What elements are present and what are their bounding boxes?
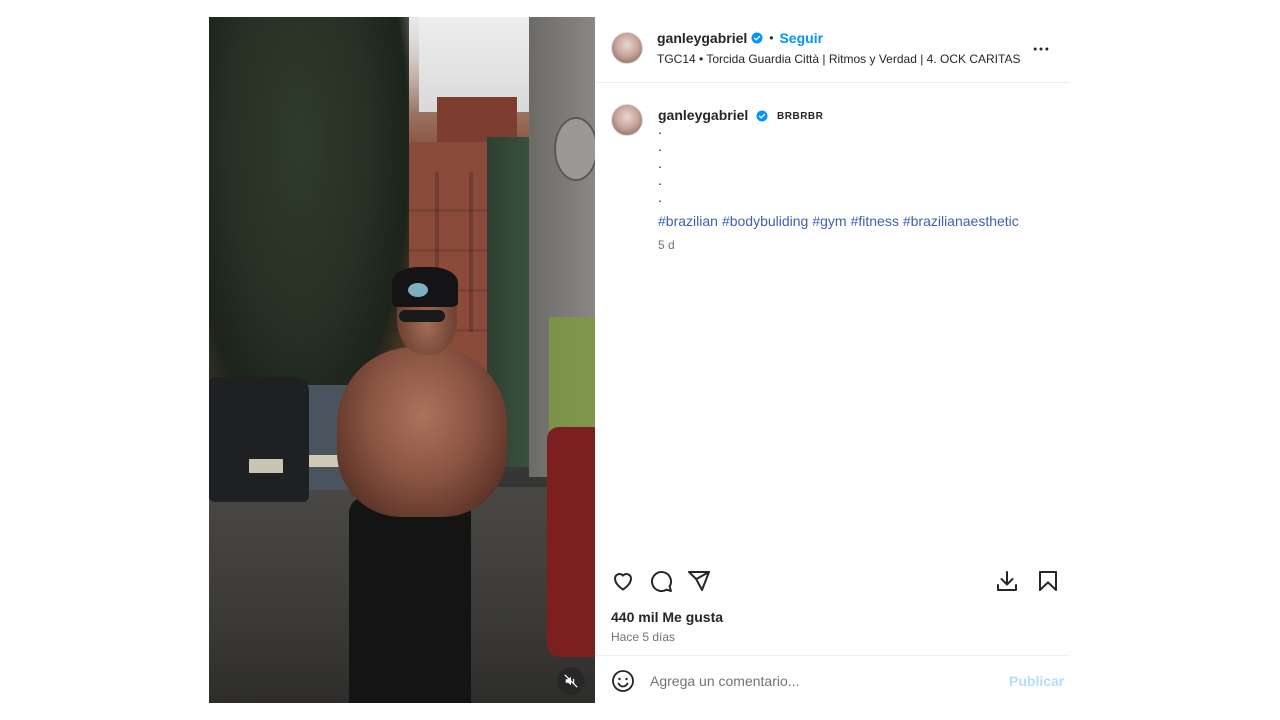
video-satellite-dish — [554, 117, 595, 181]
speaker-muted-icon — [564, 674, 578, 688]
bookmark-icon[interactable] — [1036, 569, 1060, 593]
audio-track-link[interactable]: TGC14 • Torcida Guardia Città | Ritmos y… — [657, 52, 1020, 66]
video-person — [349, 497, 471, 703]
caption-dots: . . . . . — [658, 121, 1048, 208]
comment-icon[interactable] — [649, 569, 673, 593]
video-person — [399, 310, 445, 322]
hashtag-link[interactable]: #bodybuliding — [722, 213, 808, 229]
caption-avatar[interactable] — [611, 104, 643, 136]
verified-badge-icon — [756, 110, 768, 122]
video-person — [392, 267, 458, 307]
caption-dot: . — [658, 189, 662, 205]
action-bar — [595, 565, 1070, 603]
caption-dot: . — [658, 155, 662, 171]
follow-button[interactable]: Seguir — [779, 30, 823, 46]
hashtag-link[interactable]: #brazilian — [658, 213, 718, 229]
verified-badge-icon — [751, 32, 763, 44]
caption-body: ganleygabriel BRBRBR . . . . . #brazilia… — [658, 107, 1048, 252]
video-car — [547, 427, 595, 657]
emoji-icon[interactable] — [611, 669, 635, 693]
hashtag-link[interactable]: #fitness — [851, 213, 899, 229]
like-count[interactable]: 440 mil Me gusta — [611, 609, 723, 625]
comment-bar: Publicar — [595, 655, 1070, 704]
post-video[interactable] — [209, 17, 595, 703]
heart-icon[interactable] — [611, 569, 635, 593]
caption-dot: . — [658, 121, 662, 137]
caption-age: 5 d — [658, 238, 675, 252]
more-horizontal-icon[interactable] — [1031, 39, 1051, 59]
caption-username[interactable]: ganleygabriel — [658, 107, 748, 123]
post-timestamp: Hace 5 días — [611, 630, 676, 644]
comment-input[interactable] — [648, 668, 992, 694]
caption-user-line: ganleygabriel BRBRBR — [658, 107, 1048, 123]
hashtag-list: #brazilian #bodybuliding #gym #fitness #braz… — [658, 213, 1048, 229]
separator-dot: • — [769, 31, 774, 45]
caption-dot: . — [658, 172, 662, 188]
share-icon[interactable] — [687, 569, 711, 593]
post-sidebar: ganleygabriel • Seguir TGC14 • Torcida G… — [595, 17, 1070, 703]
video-person — [337, 347, 507, 517]
hashtag-link[interactable]: #gym — [812, 213, 846, 229]
hashtag-link[interactable]: #brazilianaesthetic — [903, 213, 1019, 229]
avatar[interactable] — [611, 32, 643, 64]
header-user-line: ganleygabriel • Seguir — [657, 30, 823, 46]
caption-text: BRBRBR — [777, 110, 824, 122]
mute-button[interactable] — [557, 667, 585, 695]
download-icon[interactable] — [995, 569, 1019, 593]
post-header: ganleygabriel • Seguir TGC14 • Torcida G… — [595, 17, 1070, 83]
publish-button[interactable]: Publicar — [1009, 673, 1064, 689]
caption-dot: . — [658, 138, 662, 154]
instagram-post: ganleygabriel • Seguir TGC14 • Torcida G… — [209, 17, 1070, 703]
video-car — [209, 377, 309, 502]
author-username[interactable]: ganleygabriel — [657, 30, 747, 46]
